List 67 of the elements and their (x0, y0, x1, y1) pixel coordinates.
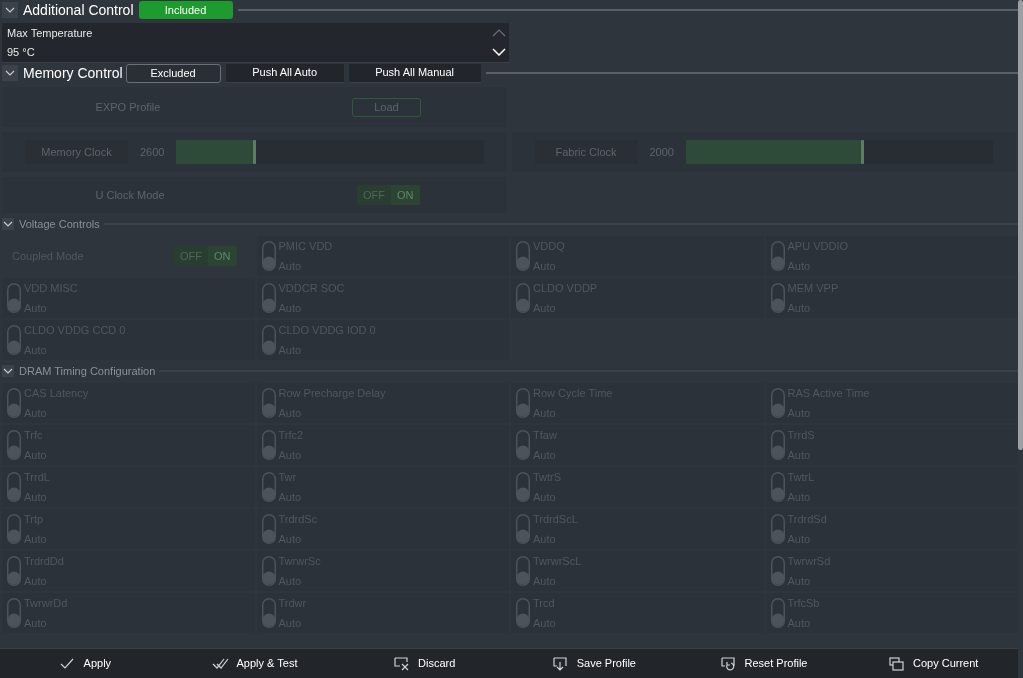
vertical-switch[interactable] (770, 388, 785, 418)
mode-button[interactable]: Excluded (125, 63, 221, 83)
vertical-switch[interactable] (770, 283, 785, 313)
chevron-down-icon (3, 221, 13, 227)
slider-thumb[interactable] (860, 140, 864, 164)
section-title: Memory Control (23, 63, 123, 83)
vertical-switch[interactable] (770, 241, 785, 271)
collapse-toggle[interactable] (2, 2, 18, 18)
vertical-switch[interactable] (261, 388, 276, 418)
vertical-switch[interactable] (516, 514, 530, 544)
vertical-switch[interactable] (516, 598, 530, 628)
vertical-switch[interactable] (261, 241, 276, 271)
vertical-switch[interactable] (261, 598, 276, 628)
vertical-switch[interactable] (261, 514, 276, 544)
vertical-switch[interactable] (7, 388, 21, 418)
vertical-switch[interactable] (7, 325, 21, 355)
chevron-down-icon (5, 7, 15, 13)
vertical-switch[interactable] (7, 556, 21, 586)
vertical-switch[interactable] (770, 472, 785, 502)
vertical-switch[interactable] (7, 283, 21, 313)
vertical-switch[interactable] (516, 241, 530, 271)
footer-button[interactable]: Save Profile (509, 649, 679, 678)
decrement-icon (492, 48, 506, 57)
collapse-toggle[interactable] (2, 218, 14, 230)
mode-button[interactable]: Included (138, 1, 233, 19)
vertical-switch[interactable] (261, 556, 276, 586)
vertical-switch[interactable] (516, 430, 530, 460)
push-button[interactable]: Push All Manual (348, 63, 481, 83)
collapse-toggle[interactable] (2, 365, 14, 377)
slider-thumb[interactable] (252, 140, 256, 164)
increment-icon (492, 28, 506, 37)
footer-button[interactable]: Apply & Test (169, 649, 340, 678)
vertical-switch[interactable] (261, 472, 276, 502)
window-circular-arrow-icon (719, 655, 737, 672)
vertical-switch[interactable] (516, 556, 530, 586)
vertical-switch[interactable] (770, 598, 785, 628)
copy-icon (887, 655, 905, 672)
vertical-switch[interactable] (516, 283, 530, 313)
vertical-switch[interactable] (7, 472, 21, 502)
push-button[interactable]: Push All Auto (225, 63, 344, 83)
scrollbar[interactable] (1018, 0, 1023, 450)
footer-button[interactable]: Reset Profile (678, 649, 849, 678)
field-label: Max Temperature (7, 25, 94, 41)
vertical-switch[interactable] (770, 514, 785, 544)
chevron-down-icon (5, 70, 15, 76)
vertical-switch[interactable] (7, 430, 21, 460)
vertical-switch[interactable] (261, 283, 276, 313)
vertical-switch[interactable] (770, 556, 785, 586)
section-title: Additional Control (23, 0, 134, 20)
section-title: Voltage Controls (19, 216, 100, 232)
field-value: 95 °C (7, 45, 36, 60)
footer-button[interactable]: Copy Current (848, 649, 1018, 678)
collapse-toggle[interactable] (2, 65, 18, 81)
chevron-down-icon (3, 368, 13, 374)
vertical-switch[interactable] (261, 325, 276, 355)
section-title: DRAM Timing Configuration (19, 363, 156, 379)
window-down-arrow-icon (551, 655, 569, 672)
vertical-switch[interactable] (770, 430, 785, 460)
spin-box[interactable]: Max Temperature 95 °C (2, 23, 509, 63)
vertical-switch[interactable] (261, 430, 276, 460)
vertical-switch[interactable] (516, 388, 530, 418)
footer-button[interactable]: Discard (339, 649, 509, 678)
footer-button[interactable]: Apply (0, 649, 170, 678)
window-x-icon (393, 655, 410, 672)
vertical-switch[interactable] (7, 598, 21, 628)
vertical-switch[interactable] (7, 514, 21, 544)
vertical-switch[interactable] (516, 472, 530, 502)
